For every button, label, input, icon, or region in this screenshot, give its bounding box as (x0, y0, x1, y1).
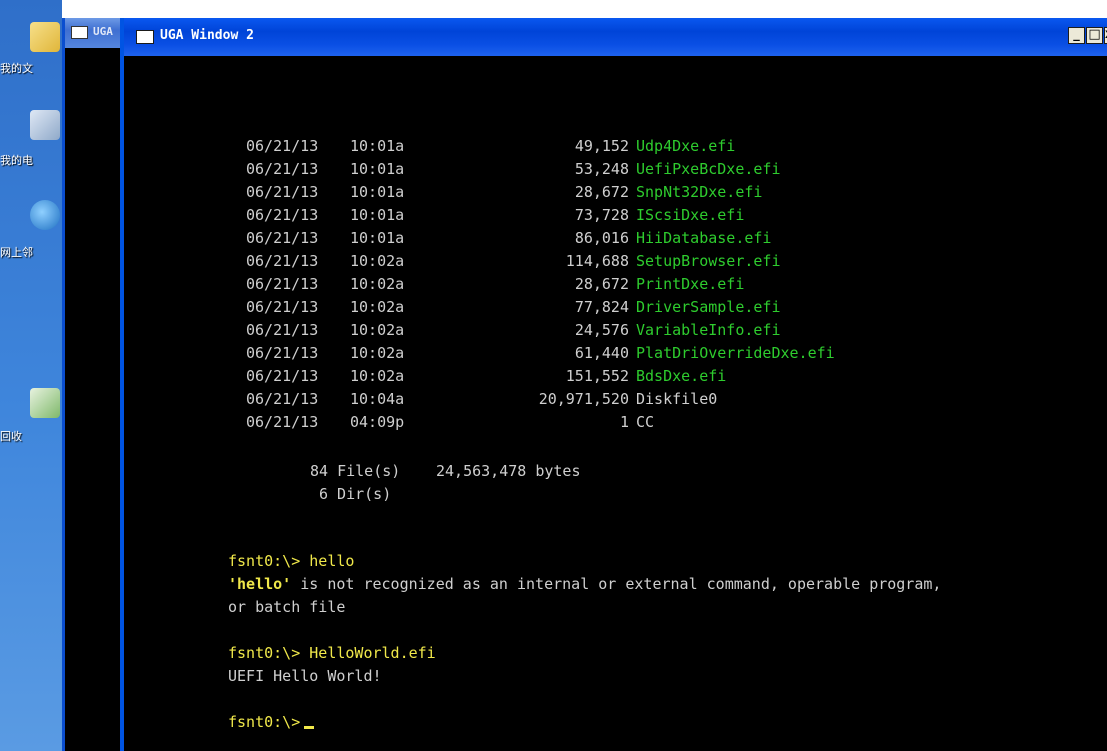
file-name: SnpNt32Dxe.efi (636, 183, 763, 201)
console-output[interactable]: 06/21/13 10:01a 49,152 Udp4Dxe.efi 06/21/13 1… (124, 56, 1107, 751)
file-name: PrintDxe.efi (636, 275, 745, 293)
desktop-icon-label: 回收 (0, 430, 22, 443)
file-date: 06/21/13 (246, 413, 319, 431)
window-title: UGA Window 2 (160, 28, 254, 43)
file-name: SetupBrowser.efi (636, 252, 781, 270)
window-icon (71, 26, 88, 39)
top-strip (62, 0, 1107, 18)
window-titlebar[interactable]: UGA Window 2 _ □ x (124, 18, 1107, 56)
desktop-icon-recycle-bin[interactable]: 回收 (0, 386, 62, 456)
command-line-3[interactable]: fsnt0:\> (228, 711, 315, 734)
desktop-icon-label: 网上邻 (0, 246, 33, 259)
file-name: Udp4Dxe.efi (636, 137, 736, 155)
prompt: fsnt0:\> (228, 552, 301, 570)
file-name: UefiPxeBcDxe.efi (636, 160, 781, 178)
file-date: 06/21/13 (246, 229, 319, 247)
file-date: 06/21/13 (246, 160, 319, 178)
command-text: HelloWorld.efi (309, 644, 436, 662)
command-line-1: fsnt0:\> hello (228, 550, 354, 573)
file-size: 73,728 (574, 206, 629, 224)
desktop-icon-documents[interactable]: 我的文 (0, 12, 62, 82)
desktop-icon-label: 我的电 (0, 154, 33, 167)
file-date: 06/21/13 (246, 390, 319, 408)
file-size: 151,552 (565, 367, 629, 385)
background-window-title: UGA (93, 25, 113, 38)
command-text: hello (309, 552, 355, 570)
restore-button[interactable]: □ (1086, 27, 1103, 44)
error-line-1: 'hello' is not recognized as an internal… (228, 573, 941, 596)
file-size: 61,440 (574, 344, 629, 362)
file-date: 06/21/13 (246, 367, 319, 385)
summary-files: 84 File(s) (310, 462, 401, 480)
file-name: VariableInfo.efi (636, 321, 781, 339)
file-name: BdsDxe.efi (636, 367, 727, 385)
text-cursor (304, 726, 315, 729)
error-message: is not recognized as an internal or exte… (291, 575, 942, 593)
file-date: 06/21/13 (246, 206, 319, 224)
prompt: fsnt0:\> (228, 713, 301, 731)
file-name: DriverSample.efi (636, 298, 781, 316)
file-date: 06/21/13 (246, 252, 319, 270)
uga-window-2[interactable]: UGA Window 2 _ □ x 06/21/1310:01a49,152U… (120, 18, 1107, 751)
file-date: 06/21/13 (246, 137, 319, 155)
file-size: 77,824 (574, 298, 629, 316)
program-output: UEFI Hello World! (228, 667, 382, 685)
command-line-2: fsnt0:\> HelloWorld.efi (228, 642, 436, 665)
file-size: 114,688 (565, 252, 629, 270)
desktop-icon-computer[interactable]: 我的电 (0, 104, 62, 174)
error-command-word: 'hello' (228, 575, 292, 593)
file-size: 28,672 (574, 275, 629, 293)
file-name: IScsiDxe.efi (636, 206, 745, 224)
file-date: 06/21/13 (246, 344, 319, 362)
file-name: PlatDriOverrideDxe.efi (636, 344, 835, 362)
network-icon (30, 200, 60, 230)
error-line-2: or batch file (228, 598, 346, 616)
summary-bytes: 24,563,478 bytes (436, 462, 581, 480)
file-date: 06/21/13 (246, 298, 319, 316)
prompt: fsnt0:\> (228, 644, 301, 662)
file-date: 06/21/13 (246, 321, 319, 339)
file-name: CC (636, 413, 655, 431)
minimize-button[interactable]: _ (1068, 27, 1085, 44)
recycle-bin-icon (30, 388, 60, 418)
computer-icon (30, 110, 60, 140)
file-size: 24,576 (574, 321, 629, 339)
desktop: 我的文 我的电 网上邻 回收 (0, 0, 62, 751)
summary-dirs: 6 Dir(s) (319, 485, 392, 503)
folder-icon (30, 22, 60, 52)
window-icon (136, 30, 154, 44)
file-date: 06/21/13 (246, 275, 319, 293)
file-size: 28,672 (574, 183, 629, 201)
file-size: 20,971,520 (538, 390, 629, 408)
desktop-icon-label: 我的文 (0, 62, 33, 75)
file-date: 06/21/13 (246, 183, 319, 201)
file-size: 53,248 (574, 160, 629, 178)
file-size: 86,016 (574, 229, 629, 247)
file-size: 1 (619, 413, 629, 431)
file-size: 49,152 (574, 137, 629, 155)
file-name: HiiDatabase.efi (636, 229, 772, 247)
desktop-icon-network[interactable]: 网上邻 (0, 196, 62, 266)
file-name: Diskfile0 (636, 390, 718, 408)
